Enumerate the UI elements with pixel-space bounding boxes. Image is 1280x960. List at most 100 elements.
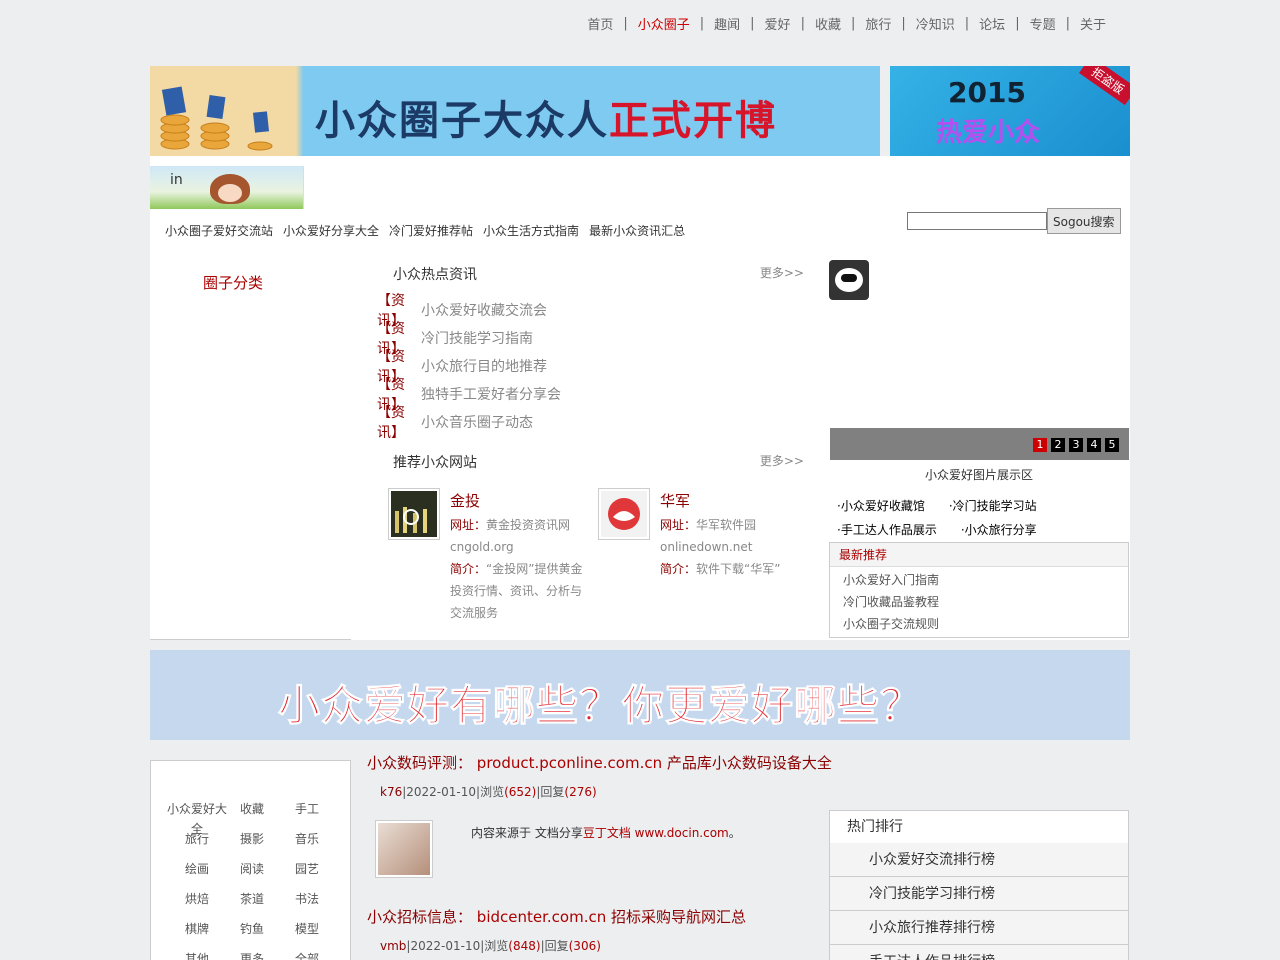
article-title-suffix[interactable]: 产品库小众数码设备大全 xyxy=(667,754,832,772)
site-thumbnail[interactable] xyxy=(598,488,650,540)
news-item[interactable]: 【资讯】 独特手工爱好者分享会 xyxy=(368,377,808,413)
slideshow-image[interactable] xyxy=(829,260,869,300)
category-link[interactable]: 旅行 xyxy=(163,829,231,849)
category-link[interactable]: 小众爱好大全 xyxy=(163,799,231,836)
left-column-title[interactable]: 圈子分类 xyxy=(203,272,263,293)
article-title-url[interactable]: bidcenter.com.cn xyxy=(477,908,606,926)
news-text[interactable]: 独特手工爱好者分享会 xyxy=(421,384,561,404)
slide-dot[interactable]: 3 xyxy=(1069,438,1083,452)
recommend-box-title[interactable]: 最新推荐 xyxy=(830,543,1128,567)
category-link[interactable]: 书法 xyxy=(273,889,341,909)
article-title-suffix[interactable]: 招标采购导航网汇总 xyxy=(611,908,746,926)
article-title[interactable]: 小众招标信息： bidcenter.com.cn 招标采购导航网汇总 xyxy=(367,906,807,927)
site-url-name: 华军软件园 xyxy=(696,518,757,532)
category-link[interactable]: 园艺 xyxy=(273,859,341,879)
top-nav-item-4[interactable]: 爱好 xyxy=(761,14,795,33)
hot-link-label[interactable]: 小众爱好收藏馆 xyxy=(841,499,925,513)
nav-separator: | xyxy=(1015,16,1020,31)
category-link[interactable]: 阅读 xyxy=(231,859,273,879)
category-link[interactable]: 手工 xyxy=(273,799,341,819)
main-banner[interactable]: 小众圈子大众人正式开博 xyxy=(150,66,880,156)
sites-more-link[interactable]: 更多>> xyxy=(760,452,804,469)
top-nav-item-3[interactable]: 趣闻 xyxy=(710,14,744,33)
article-source-link[interactable]: 豆丁文档 www.docin.com xyxy=(583,826,729,840)
site-logo[interactable]: in xyxy=(150,166,304,209)
sub-nav-item[interactable]: 冷门爱好推荐帖 xyxy=(389,222,473,239)
slide-dot[interactable]: 2 xyxy=(1051,438,1065,452)
ranking-item[interactable]: 手工达人作品排行榜 xyxy=(830,945,1128,960)
top-nav-item-9[interactable]: 专题 xyxy=(1026,14,1060,33)
top-nav-item-6[interactable]: 旅行 xyxy=(861,14,895,33)
site-name[interactable]: 金投 xyxy=(450,490,480,511)
category-link[interactable]: 模型 xyxy=(273,919,341,939)
site-domain[interactable]: cngold.org xyxy=(450,540,514,554)
news-text[interactable]: 小众音乐圈子动态 xyxy=(421,412,533,432)
news-item[interactable]: 【资讯】 冷门技能学习指南 xyxy=(368,321,808,357)
slide-dot[interactable]: 1 xyxy=(1033,438,1047,452)
category-link[interactable]: 全部 xyxy=(273,949,341,960)
news-more-link[interactable]: 更多>> xyxy=(760,264,804,281)
category-link[interactable]: 摄影 xyxy=(231,829,273,849)
news-text[interactable]: 小众旅行目的地推荐 xyxy=(421,356,547,376)
recommend-item[interactable]: 冷门收藏品鉴教程 xyxy=(843,591,1128,613)
top-nav-item-home[interactable]: 首页 xyxy=(583,14,617,33)
article-title-url[interactable]: product.pconline.com.cn xyxy=(477,754,662,772)
sub-nav-item[interactable]: 小众生活方式指南 xyxy=(483,222,579,239)
category-link[interactable]: 钓鱼 xyxy=(231,919,273,939)
recommend-item[interactable]: 小众爱好入门指南 xyxy=(843,569,1128,591)
article-title[interactable]: 小众数码评测： product.pconline.com.cn 产品库小众数码设… xyxy=(367,752,832,773)
slide-dot[interactable]: 5 xyxy=(1105,438,1119,452)
top-nav-item-8[interactable]: 论坛 xyxy=(975,14,1009,33)
hot-link[interactable]: ·手工达人作品展示 xyxy=(837,518,949,542)
site-description: 网址：华军软件园 onlinedown.net 简介：软件下载“华军” xyxy=(660,514,800,580)
category-link[interactable]: 更多 xyxy=(231,949,273,960)
news-text[interactable]: 小众爱好收藏交流会 xyxy=(421,300,547,320)
category-link[interactable]: 收藏 xyxy=(231,799,273,819)
category-link[interactable]: 绘画 xyxy=(163,859,231,879)
site-domain[interactable]: onlinedown.net xyxy=(660,540,753,554)
site-name[interactable]: 华军 xyxy=(660,490,690,511)
search-box: Sogou搜索 xyxy=(907,208,1121,234)
ranking-item[interactable]: 小众爱好交流排行榜 xyxy=(830,843,1128,877)
search-input[interactable] xyxy=(907,212,1047,230)
top-nav-item-7[interactable]: 冷知识 xyxy=(912,14,959,33)
article-title-prefix[interactable]: 小众数码评测： xyxy=(367,754,472,772)
hot-link-label[interactable]: 冷门技能学习站 xyxy=(953,499,1037,513)
news-item[interactable]: 【资讯】 小众旅行目的地推荐 xyxy=(368,349,808,385)
category-link[interactable]: 其他 xyxy=(163,949,231,960)
hot-link[interactable]: ·小众旅行分享 xyxy=(961,518,1049,542)
hot-link-label[interactable]: 手工达人作品展示 xyxy=(841,523,937,537)
slide-dot[interactable]: 4 xyxy=(1087,438,1101,452)
article-date: 2022-01-10 xyxy=(406,785,477,799)
category-link[interactable]: 烘焙 xyxy=(163,889,231,909)
hot-link[interactable]: ·小众爱好收藏馆 xyxy=(837,494,937,518)
article-thumbnail[interactable] xyxy=(375,820,433,878)
sites-section-title: 推荐小众网站 xyxy=(393,455,477,471)
middle-banner[interactable]: 小众爱好有哪些？你更爱好哪些？ xyxy=(150,650,1130,740)
news-text[interactable]: 冷门技能学习指南 xyxy=(421,328,533,348)
top-nav-item-5[interactable]: 收藏 xyxy=(811,14,845,33)
ranking-item[interactable]: 小众旅行推荐排行榜 xyxy=(830,911,1128,945)
sub-nav-item[interactable]: 小众爱好分享大全 xyxy=(283,222,379,239)
site-url-name: 黄金投资资讯网 xyxy=(486,518,571,532)
search-button[interactable]: Sogou搜索 xyxy=(1047,208,1121,234)
site-thumbnail[interactable] xyxy=(388,488,440,540)
hot-link-label[interactable]: 小众旅行分享 xyxy=(965,523,1037,537)
hot-link[interactable]: ·冷门技能学习站 xyxy=(949,494,1049,518)
top-nav-item-circles[interactable]: 小众圈子 xyxy=(634,14,694,33)
article-title-prefix[interactable]: 小众招标信息： xyxy=(367,908,472,926)
category-link[interactable]: 棋牌 xyxy=(163,919,231,939)
news-item[interactable]: 【资讯】 小众音乐圈子动态 xyxy=(368,405,808,441)
ranking-item[interactable]: 冷门技能学习排行榜 xyxy=(830,877,1128,911)
side-banner[interactable]: 2015 热爱小众 拒盗版 xyxy=(890,66,1130,156)
recommend-item[interactable]: 小众圈子交流规则 xyxy=(843,613,1128,635)
slideshow-caption[interactable]: 小众爱好图片展示区 xyxy=(829,466,1129,483)
top-nav-item-10[interactable]: 关于 xyxy=(1076,14,1110,33)
news-item[interactable]: 【资讯】 小众爱好收藏交流会 xyxy=(368,293,808,329)
article-author[interactable]: vmb xyxy=(380,939,406,953)
article-author[interactable]: k76 xyxy=(380,785,402,799)
sub-nav-item[interactable]: 最新小众资讯汇总 xyxy=(589,222,685,239)
category-link[interactable]: 茶道 xyxy=(231,889,273,909)
sub-nav-item[interactable]: 小众圈子爱好交流站 xyxy=(165,222,273,239)
category-link[interactable]: 音乐 xyxy=(273,829,341,849)
